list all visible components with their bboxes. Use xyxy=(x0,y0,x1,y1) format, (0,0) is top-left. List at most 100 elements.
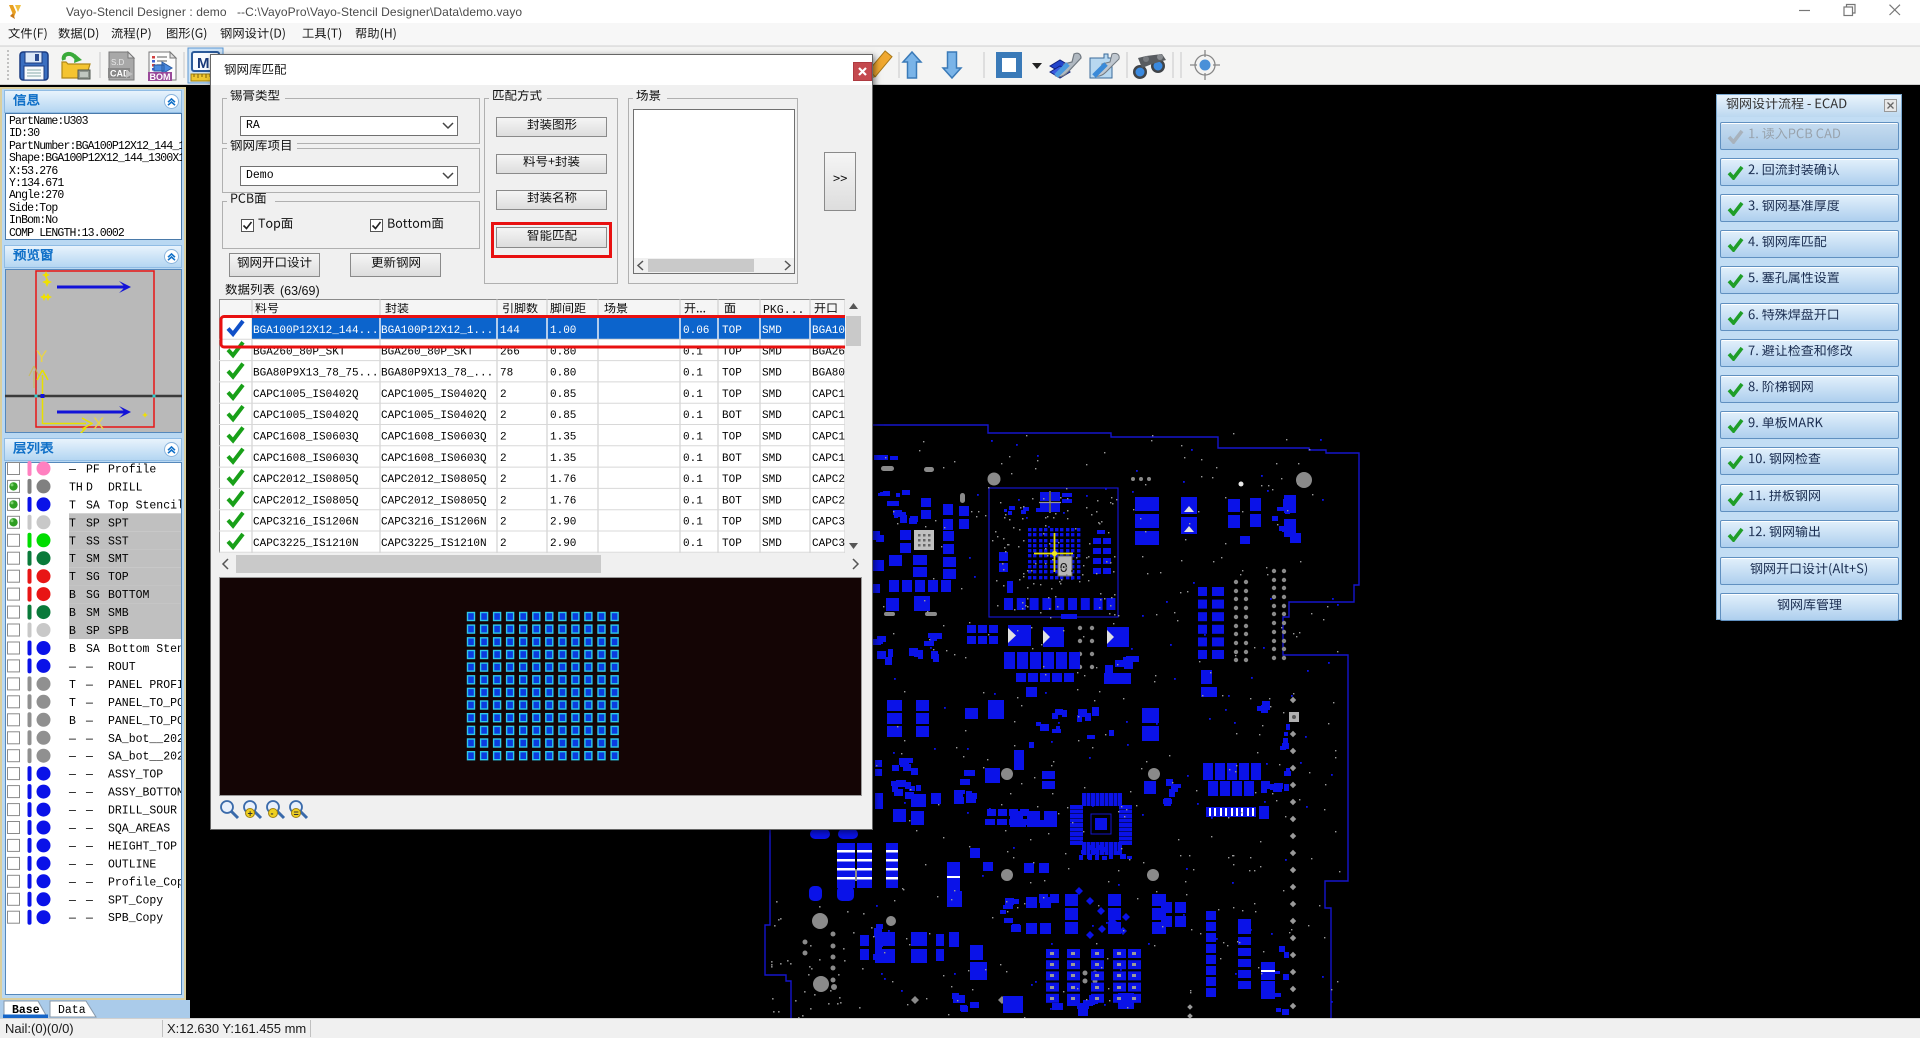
svg-text:SG: SG xyxy=(86,589,100,602)
svg-text:CAPC1608_IS0603Q: CAPC1608_IS0603Q xyxy=(381,453,487,465)
svg-text:—: — xyxy=(68,912,76,925)
svg-text:HEIGHT_TOP: HEIGHT_TOP xyxy=(108,840,177,853)
svg-text:PF: PF xyxy=(86,464,100,477)
svg-text:BOTTOM: BOTTOM xyxy=(108,589,150,602)
svg-text:SPB_Copy: SPB_Copy xyxy=(108,912,163,925)
svg-text:Profile_Copy: Profile_Copy xyxy=(108,876,181,889)
svg-text:SMD: SMD xyxy=(762,495,782,507)
svg-text:—: — xyxy=(85,697,93,710)
svg-text:B: B xyxy=(69,625,76,638)
svg-text:CAPC2012_IS0805Q: CAPC2012_IS0805Q xyxy=(381,495,487,507)
svg-text:T: T xyxy=(69,499,76,512)
svg-text:CAPC2012_IS0805Q: CAPC2012_IS0805Q xyxy=(253,495,359,507)
svg-text:—: — xyxy=(68,769,76,782)
svg-text:T: T xyxy=(69,553,76,566)
svg-text:BGA80P9X13_78_75...: BGA80P9X13_78_75... xyxy=(253,368,378,380)
svg-text:SP: SP xyxy=(86,517,100,530)
svg-text:—: — xyxy=(68,733,76,746)
svg-text:BGA80P9X13_78_...: BGA80P9X13_78_... xyxy=(381,368,493,380)
svg-text:2: 2 xyxy=(500,432,507,444)
svg-text:144: 144 xyxy=(500,325,520,337)
svg-text:Profile: Profile xyxy=(108,464,156,477)
svg-text:1.00: 1.00 xyxy=(550,325,576,337)
svg-text:—: — xyxy=(85,661,93,674)
svg-text:BOM: BOM xyxy=(150,72,171,82)
svg-text:—: — xyxy=(68,876,76,889)
svg-text:SQA_AREAS: SQA_AREAS xyxy=(108,823,170,836)
svg-text:0.1: 0.1 xyxy=(683,517,703,529)
svg-text:2.90: 2.90 xyxy=(550,517,576,529)
svg-text:2: 2 xyxy=(500,495,507,507)
svg-text:SA: SA xyxy=(86,643,100,656)
svg-text:2.90: 2.90 xyxy=(550,538,576,550)
svg-text:SPT: SPT xyxy=(108,517,129,530)
svg-text:TH: TH xyxy=(69,481,83,494)
svg-text:—: — xyxy=(68,823,76,836)
svg-text:SP: SP xyxy=(86,625,100,638)
svg-text:CAPC1: CAPC1 xyxy=(812,453,845,465)
svg-text:SMD: SMD xyxy=(762,410,782,422)
svg-text:B: B xyxy=(69,715,76,728)
svg-text:S.D: S.D xyxy=(111,58,125,67)
svg-text:=: = xyxy=(294,809,299,819)
svg-text:TOP: TOP xyxy=(722,368,742,380)
svg-text:1.76: 1.76 xyxy=(550,474,576,486)
svg-text:CAPC3225_IS1210N: CAPC3225_IS1210N xyxy=(253,538,359,550)
svg-text:Base: Base xyxy=(12,1004,40,1017)
svg-text:CAPC1: CAPC1 xyxy=(812,410,845,422)
svg-text:+: + xyxy=(248,809,253,819)
svg-text:-: - xyxy=(271,809,274,819)
svg-text:SPB: SPB xyxy=(108,625,129,638)
svg-text:1.35: 1.35 xyxy=(550,453,576,465)
svg-text:CAPC1: CAPC1 xyxy=(812,432,845,444)
svg-text:SMD: SMD xyxy=(762,453,782,465)
svg-text:0.80: 0.80 xyxy=(550,368,576,380)
svg-text:CAPC1608_IS0603Q: CAPC1608_IS0603Q xyxy=(253,432,359,444)
svg-text:—: — xyxy=(85,733,93,746)
svg-text:T: T xyxy=(69,571,76,584)
svg-text:SS: SS xyxy=(86,535,100,548)
svg-text:—: — xyxy=(68,751,76,764)
svg-text:SMD: SMD xyxy=(762,432,782,444)
svg-text:DRILL: DRILL xyxy=(108,481,143,494)
svg-text:0.06: 0.06 xyxy=(683,325,709,337)
svg-text:T: T xyxy=(69,517,76,530)
svg-text:2: 2 xyxy=(500,410,507,422)
svg-text:—: — xyxy=(68,805,76,818)
svg-text:Data: Data xyxy=(58,1004,86,1017)
svg-text:CAPC1005_IS0402Q: CAPC1005_IS0402Q xyxy=(253,389,359,401)
svg-text:SMD: SMD xyxy=(762,538,782,550)
svg-text:1.35: 1.35 xyxy=(550,432,576,444)
svg-text:ASSY_TOP: ASSY_TOP xyxy=(108,769,163,782)
svg-text:BGA100P12X12_1...: BGA100P12X12_1... xyxy=(381,325,493,337)
svg-text:—: — xyxy=(68,840,76,853)
svg-text:—: — xyxy=(68,464,76,477)
svg-text:—: — xyxy=(85,751,93,764)
svg-text:D: D xyxy=(86,481,93,494)
svg-text:BOT: BOT xyxy=(722,410,742,422)
svg-text:T: T xyxy=(69,535,76,548)
svg-text:—: — xyxy=(85,805,93,818)
svg-text:SMD: SMD xyxy=(762,368,782,380)
svg-text:B: B xyxy=(69,607,76,620)
svg-text:CAPC3225_IS1210N: CAPC3225_IS1210N xyxy=(381,538,487,550)
svg-text:M: M xyxy=(197,55,210,72)
svg-text:CAPC2012_IS0805Q: CAPC2012_IS0805Q xyxy=(381,474,487,486)
svg-text:OUTLINE: OUTLINE xyxy=(108,858,156,871)
svg-text:78: 78 xyxy=(500,368,513,380)
svg-text:—: — xyxy=(85,823,93,836)
svg-text:ASSY_BOTTOM: ASSY_BOTTOM xyxy=(108,787,181,800)
svg-text:SMD: SMD xyxy=(762,474,782,486)
svg-text:2: 2 xyxy=(500,389,507,401)
svg-text:CAPC2012_IS0805Q: CAPC2012_IS0805Q xyxy=(253,474,359,486)
svg-text:BGA80: BGA80 xyxy=(812,368,845,380)
svg-text:—: — xyxy=(68,858,76,871)
svg-text:Bottom Stenc: Bottom Stenc xyxy=(108,643,181,656)
svg-text:2: 2 xyxy=(500,474,507,486)
svg-text:SST: SST xyxy=(108,535,129,548)
svg-text:CAPC3: CAPC3 xyxy=(812,517,845,529)
svg-text:CAPC3216_IS1206N: CAPC3216_IS1206N xyxy=(381,517,487,529)
svg-text:SA_bot__2021: SA_bot__2021 xyxy=(108,733,181,746)
svg-text:ROUT: ROUT xyxy=(108,661,136,674)
svg-text:TOP: TOP xyxy=(722,432,742,444)
